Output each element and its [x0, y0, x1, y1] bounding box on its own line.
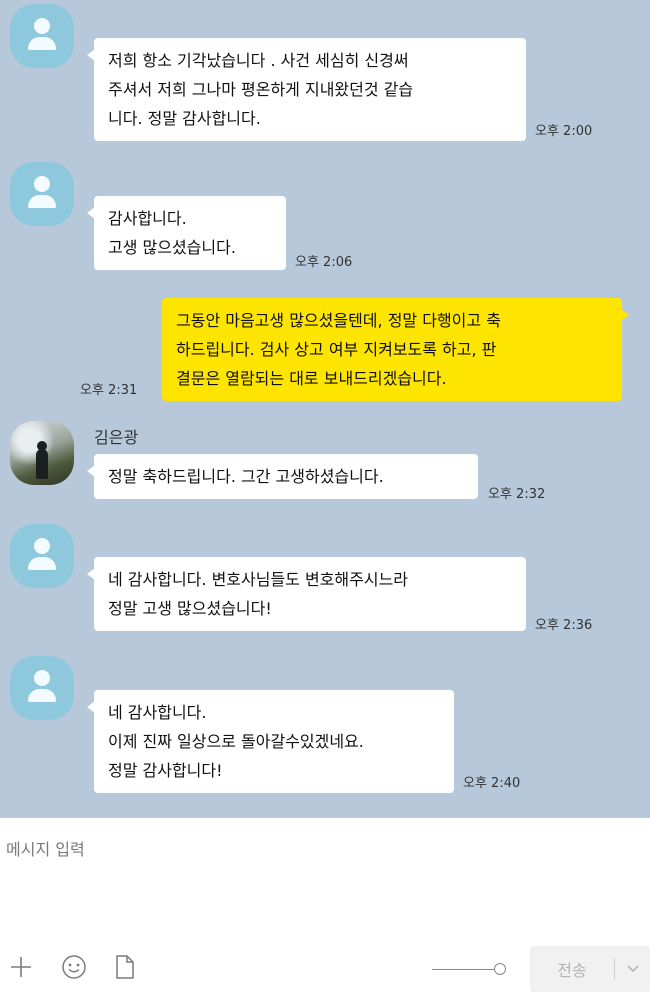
message-time: 오후 2:31	[80, 383, 138, 398]
message-bubble[interactable]: 감사합니다. 고생 많으셨습니다.	[87, 196, 286, 270]
chevron-down-icon[interactable]	[615, 946, 650, 992]
message-time: 오후 2:40	[463, 776, 521, 791]
message-time: 오후 2:00	[535, 124, 593, 139]
default-avatar[interactable]	[10, 4, 74, 68]
opacity-slider-track[interactable]	[432, 969, 494, 970]
message-bubble[interactable]: 저희 항소 기각났습니다 . 사건 세심히 신경써 주셔서 저희 그나마 평온하…	[87, 38, 526, 141]
default-avatar[interactable]	[10, 524, 74, 588]
opacity-slider-knob[interactable]	[494, 963, 506, 975]
file-icon[interactable]	[110, 952, 140, 982]
plus-icon[interactable]	[6, 952, 36, 982]
message-time: 오후 2:36	[535, 618, 593, 633]
default-avatar[interactable]	[10, 162, 74, 226]
message-bubble[interactable]: 네 감사합니다. 이제 진짜 일상으로 돌아갈수있겠네요. 정말 감사합니다!	[87, 690, 454, 793]
emoticon-icon[interactable]	[59, 952, 89, 982]
message-time: 오후 2:32	[488, 487, 546, 502]
message-bubble[interactable]: 그동안 마음고생 많으셨을텐데, 정말 다행이고 축 하드립니다. 검사 상고 …	[162, 298, 629, 401]
message-bubble[interactable]: 정말 축하드립니다. 그간 고생하셨습니다.	[87, 454, 478, 499]
message-input[interactable]	[6, 836, 636, 936]
send-group: 전송	[530, 946, 650, 992]
message-bubble[interactable]: 네 감사합니다. 변호사님들도 변호해주시느라 정말 고생 많으셨습니다!	[87, 557, 526, 631]
photo-avatar[interactable]	[10, 421, 74, 485]
default-avatar[interactable]	[10, 656, 74, 720]
message-time: 오후 2:06	[295, 255, 353, 270]
sender-name: 김은광	[94, 428, 139, 447]
chat-area[interactable]: 저희 항소 기각났습니다 . 사건 세심히 신경써 주셔서 저희 그나마 평온하…	[0, 0, 650, 818]
composer: 전송	[0, 818, 650, 1000]
send-button[interactable]: 전송	[530, 946, 614, 992]
